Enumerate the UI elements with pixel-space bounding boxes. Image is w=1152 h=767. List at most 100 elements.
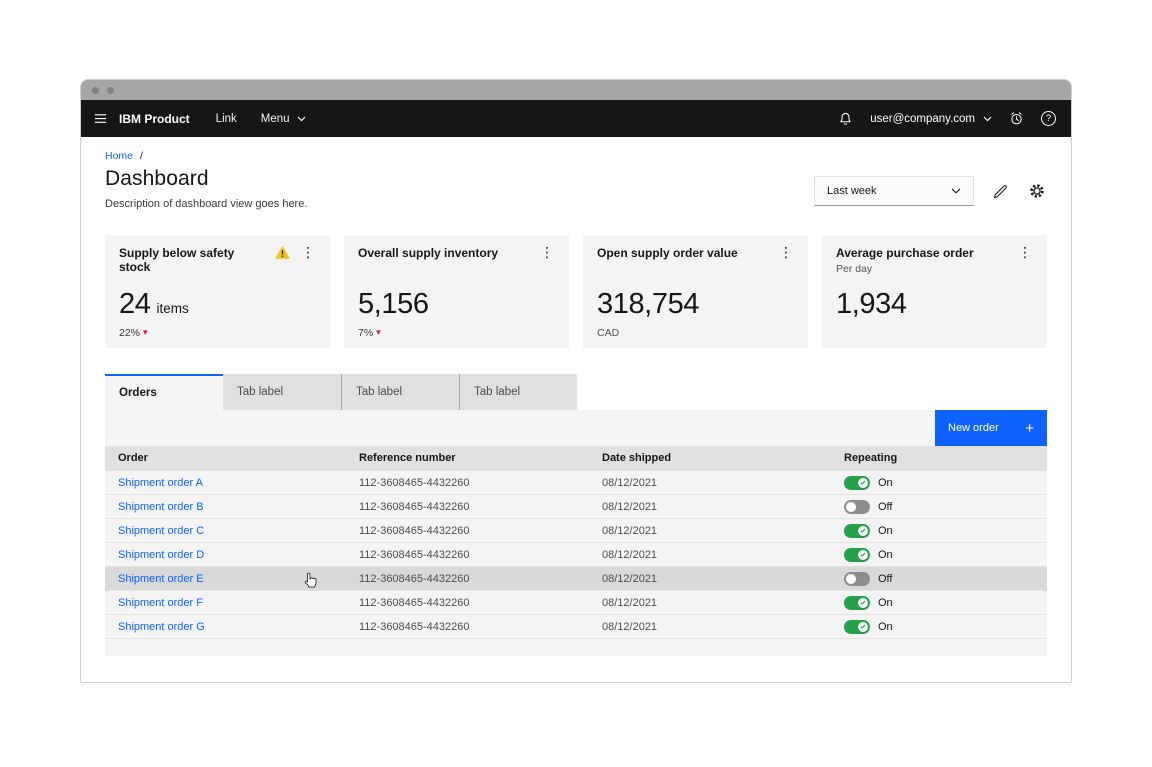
table-row[interactable]: Shipment order D 112-3608465-4432260 08/… <box>105 542 1047 566</box>
table-toolbar: New order + <box>105 410 1047 446</box>
chevron-down-icon <box>297 116 305 121</box>
column-header-date-shipped: Date shipped <box>602 452 672 464</box>
table-row[interactable]: Shipment order F 112-3608465-4432260 08/… <box>105 590 1047 614</box>
page-content: Home / Dashboard Description of dashboar… <box>81 137 1071 682</box>
kpi-cards: Supply below safety stock ⋮ 24 items 22%… <box>105 235 1047 348</box>
order-link[interactable]: Shipment order F <box>118 597 203 609</box>
column-header-repeating: Repeating <box>844 452 898 464</box>
warning-icon <box>275 246 290 264</box>
tab-orders[interactable]: Orders <box>105 374 223 410</box>
window-control-dot[interactable] <box>92 86 99 94</box>
period-select-value: Last week <box>827 185 877 197</box>
breadcrumb-separator: / <box>139 150 143 162</box>
date-shipped: 08/12/2021 <box>602 476 658 489</box>
repeating-toggle[interactable] <box>844 571 870 586</box>
card-value: 1,934 <box>836 288 907 320</box>
table-row-hovered[interactable]: Shipment order E 112-3608465-4432260 08/… <box>105 566 1047 590</box>
product-name: IBM Product <box>119 111 190 126</box>
tab-label-3[interactable]: Tab label <box>459 374 577 410</box>
tab-label-1[interactable]: Tab label <box>223 374 341 410</box>
table-row[interactable]: Shipment order A 112-3608465-4432260 08/… <box>105 470 1047 494</box>
overflow-menu-icon[interactable]: ⋮ <box>1016 245 1034 259</box>
date-shipped: 08/12/2021 <box>602 620 658 633</box>
date-shipped: 08/12/2021 <box>602 596 658 609</box>
card-value-suffix: items <box>156 301 189 316</box>
alarm-button[interactable] <box>1009 111 1024 126</box>
table-header-row: Order Reference number Date shipped Repe… <box>105 446 1047 470</box>
window-control-dot[interactable] <box>107 86 114 94</box>
toggle-state-label: On <box>878 524 893 537</box>
breadcrumb: Home / <box>105 137 1047 162</box>
help-icon: ? <box>1041 111 1056 126</box>
card-delta: 22% <box>119 326 141 339</box>
card-unit: CAD <box>597 326 620 339</box>
tab-label-2[interactable]: Tab label <box>341 374 459 410</box>
toggle-state-label: Off <box>878 500 893 513</box>
overflow-menu-icon[interactable]: ⋮ <box>777 245 795 259</box>
user-menu[interactable]: user@company.com <box>870 113 992 125</box>
table-footer-spacer <box>105 638 1047 656</box>
app-header: IBM Product Link Menu user@company.com ? <box>81 100 1071 137</box>
table-row[interactable]: Shipment order C 112-3608465-4432260 08/… <box>105 518 1047 542</box>
repeating-toggle[interactable] <box>844 619 870 634</box>
hamburger-menu-icon[interactable] <box>81 100 119 137</box>
settings-button[interactable] <box>1027 181 1047 201</box>
chevron-down-icon <box>983 116 992 121</box>
header-nav: Link Menu <box>216 113 306 125</box>
order-link[interactable]: Shipment order B <box>118 501 204 513</box>
toggle-state-label: On <box>878 620 893 633</box>
period-select[interactable]: Last week <box>814 176 974 206</box>
card-value: 318,754 <box>597 288 700 320</box>
table-row[interactable]: Shipment order G 112-3608465-4432260 08/… <box>105 614 1047 638</box>
new-order-button[interactable]: New order + <box>935 410 1047 446</box>
card-title: Supply below safety stock <box>119 246 235 275</box>
kpi-card-average-purchase-order: Average purchase order ⋮ Per day 1,934 <box>822 235 1047 348</box>
breadcrumb-home-link[interactable]: Home <box>105 150 133 162</box>
order-link[interactable]: Shipment order D <box>118 549 204 561</box>
notifications-button[interactable] <box>838 111 853 126</box>
table-row[interactable]: Shipment order B 112-3608465-4432260 08/… <box>105 494 1047 518</box>
order-link[interactable]: Shipment order C <box>118 525 204 537</box>
order-link[interactable]: Shipment order E <box>118 573 204 585</box>
card-value: 24 <box>119 288 151 320</box>
caret-down-icon: ▾ <box>376 327 381 337</box>
order-link[interactable]: Shipment order G <box>118 621 205 633</box>
column-header-reference-number: Reference number <box>359 452 456 464</box>
bell-icon <box>840 112 851 125</box>
kpi-card-supply-below-safety-stock: Supply below safety stock ⋮ 24 items 22%… <box>105 235 330 348</box>
repeating-toggle[interactable] <box>844 475 870 490</box>
page-description: Description of dashboard view goes here. <box>105 198 308 210</box>
gear-icon <box>1030 184 1044 198</box>
repeating-toggle[interactable] <box>844 523 870 538</box>
date-shipped: 08/12/2021 <box>602 572 658 585</box>
toggle-state-label: On <box>878 548 893 561</box>
card-title: Overall supply inventory <box>358 246 499 260</box>
plus-icon: + <box>1025 419 1034 437</box>
repeating-toggle[interactable] <box>844 547 870 562</box>
window-titlebar <box>81 80 1071 100</box>
alarm-icon <box>1011 112 1022 125</box>
date-shipped: 08/12/2021 <box>602 500 658 513</box>
chevron-down-icon <box>951 188 961 194</box>
card-delta: 7% <box>358 326 374 339</box>
reference-number: 112-3608465-4432260 <box>359 548 470 561</box>
reference-number: 112-3608465-4432260 <box>359 476 470 489</box>
nav-link[interactable]: Link <box>216 113 237 125</box>
repeating-toggle[interactable] <box>844 595 870 610</box>
toggle-state-label: Off <box>878 572 893 585</box>
kpi-card-open-supply-order-value: Open supply order value ⋮ 318,754 CAD <box>583 235 808 348</box>
toggle-state-label: On <box>878 596 893 609</box>
page-title: Dashboard <box>105 167 209 190</box>
tabs: Orders Tab label Tab label Tab label <box>105 374 1047 410</box>
orders-table: New order + Order Reference number Date … <box>105 410 1047 656</box>
repeating-toggle[interactable] <box>844 499 870 514</box>
help-button[interactable]: ? <box>1041 111 1056 126</box>
overflow-menu-icon[interactable]: ⋮ <box>538 245 556 259</box>
order-link[interactable]: Shipment order A <box>118 477 203 489</box>
edit-button[interactable] <box>991 182 1010 201</box>
kpi-card-overall-supply-inventory: Overall supply inventory ⋮ 5,156 7% ▾ <box>344 235 569 348</box>
card-title: Average purchase order <box>836 246 974 260</box>
reference-number: 112-3608465-4432260 <box>359 572 470 585</box>
overflow-menu-icon[interactable]: ⋮ <box>299 245 317 259</box>
nav-menu[interactable]: Menu <box>261 113 306 125</box>
